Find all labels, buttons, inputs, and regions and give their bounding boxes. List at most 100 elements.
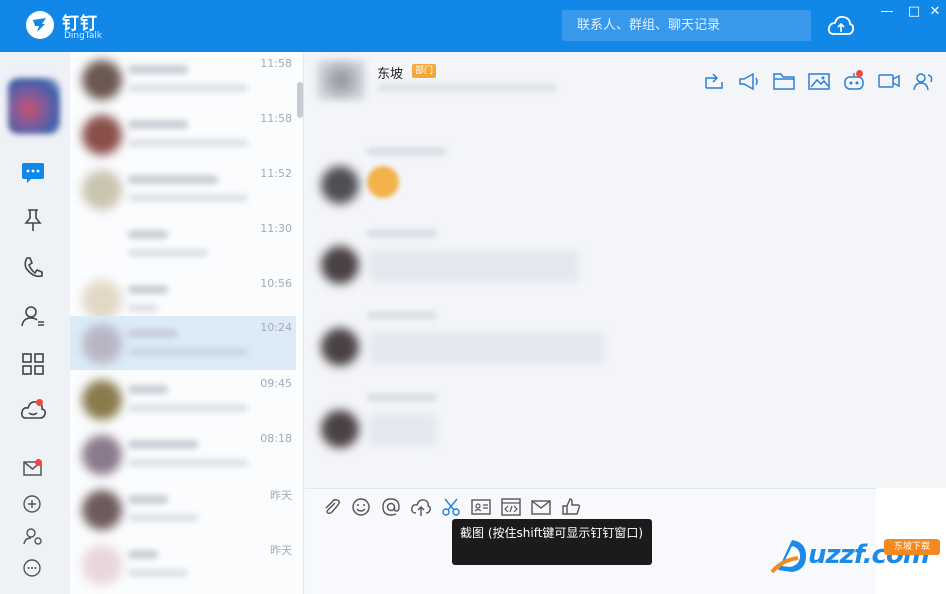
conversation-time: 11:58 [260,112,292,125]
chat-title: 东坡 [377,67,404,82]
dingtalk-logo-icon [26,11,54,39]
add-icon[interactable] [21,492,45,516]
conversation-time: 10:24 [260,321,292,334]
avatar [82,380,122,420]
message-sender [367,148,447,155]
attachment-icon[interactable] [320,496,342,518]
list-item[interactable]: 昨天 [70,537,296,592]
conversation-preview [128,304,158,312]
close-button[interactable]: ✕ [926,4,944,20]
video-call-icon[interactable] [877,70,901,92]
phone-icon[interactable] [19,254,47,282]
app-subtitle: DingTalk [64,31,103,41]
avatar [321,246,359,284]
avatar [82,545,122,585]
list-item[interactable]: 11:58 [70,52,296,107]
chat-panel: 东坡 部门 [305,52,946,488]
thumbs-up-icon[interactable] [560,496,582,518]
watermark-tag: 东坡下载 [884,539,940,555]
robot-icon[interactable] [842,70,866,92]
avatar [321,328,359,366]
image-icon[interactable] [807,70,831,92]
business-card-icon[interactable] [470,496,492,518]
chat-subtitle [377,84,557,91]
list-item[interactable]: 09:45 [70,372,296,427]
conversation-title [128,385,168,394]
conversation-title [128,495,168,504]
emoji-icon[interactable] [350,496,372,518]
ding-cloud-icon[interactable] [19,396,47,424]
conversation-time: 09:45 [260,377,292,390]
avatar [82,280,122,320]
scrollbar[interactable] [297,82,303,118]
cloud-upload-icon[interactable] [826,12,856,40]
message-sender [367,394,437,401]
minimize-button[interactable]: — [878,4,896,20]
emoji-sticker [367,166,399,198]
list-item[interactable]: 08:18 [70,427,296,482]
announcement-icon[interactable] [737,70,761,92]
list-item[interactable]: 昨天 [70,482,296,537]
conversation-title [128,550,158,559]
list-item[interactable]: 11:58 [70,107,296,162]
conversation-preview [128,139,248,147]
conversation-preview [128,194,248,202]
conversation-time: 11:58 [260,57,292,70]
avatar [82,60,122,100]
conversation-preview [128,514,198,522]
conversation-time: 11:52 [260,167,292,180]
left-nav [0,52,70,594]
message-icon[interactable] [19,158,47,186]
list-item[interactable]: 11:30 [70,217,296,272]
maximize-button[interactable]: □ [905,4,923,20]
avatar [82,324,122,364]
avatar [82,225,122,265]
conversation-preview [128,249,208,257]
pin-icon[interactable] [19,206,47,234]
title-bar: 钉钉 DingTalk 联系人、群组、聊天记录 — □ ✕ [0,0,946,52]
notification-dot [36,399,43,406]
notification-dot [35,459,42,466]
conversation-preview [128,459,248,467]
avatar [82,490,122,530]
folder-icon[interactable] [772,70,796,92]
conversation-title [128,120,188,129]
message-sender [367,312,437,319]
screenshot-tooltip: 截图 (按住shift键可显示钉钉窗口) [452,519,652,565]
mention-icon[interactable] [380,496,402,518]
share-icon[interactable] [702,70,726,92]
conversation-time: 昨天 [270,489,292,502]
avatar[interactable] [317,60,365,100]
department-badge: 部门 [412,64,437,78]
mail-icon[interactable] [21,456,45,480]
avatar [321,410,359,448]
chat-header: 东坡 部门 [305,52,946,104]
apps-grid-icon[interactable] [19,350,47,378]
avatar [82,435,122,475]
add-member-icon[interactable] [912,70,936,92]
cloud-upload-icon[interactable] [410,496,432,518]
conversation-title [128,65,188,74]
conversation-title [128,175,218,184]
more-icon[interactable] [21,556,45,580]
conversation-preview [128,348,248,356]
conversation-title [128,285,168,294]
avatar [82,170,122,210]
user-settings-icon[interactable] [21,524,45,548]
conversation-preview [128,84,248,92]
code-snippet-icon[interactable] [500,496,522,518]
avatar[interactable] [8,78,60,134]
conversation-time: 08:18 [260,432,292,445]
conversation-list[interactable]: 11:58 11:58 11:52 11:30 10:56 10:24 09:4… [70,52,304,594]
contacts-icon[interactable] [19,302,47,330]
conversation-preview [128,569,188,577]
notification-dot [856,70,863,77]
list-item-active[interactable]: 10:24 [70,316,296,370]
chat-header-actions [702,70,936,92]
list-item[interactable]: 11:52 [70,162,296,217]
search-input[interactable]: 联系人、群组、聊天记录 [562,10,811,41]
message-bubble [369,414,437,446]
avatar [82,115,122,155]
screenshot-scissors-icon[interactable] [440,496,462,518]
mail-icon[interactable] [530,496,552,518]
